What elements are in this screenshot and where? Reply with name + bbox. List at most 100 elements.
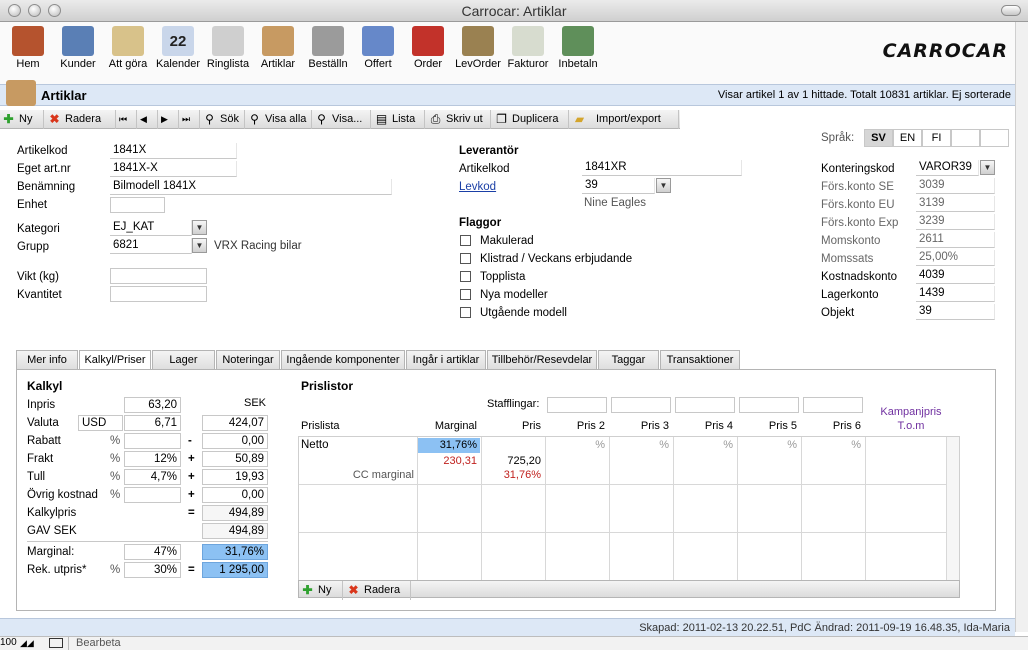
toolbar-item-4[interactable]: Ringlista: [202, 26, 254, 74]
ovrig-sek-value[interactable]: 0,00: [202, 487, 268, 503]
ovrig-input[interactable]: [124, 487, 181, 503]
new-button[interactable]: ✚ Ny: [0, 110, 44, 129]
toolbar-item-9[interactable]: LevOrder: [452, 26, 504, 74]
prislista-netto[interactable]: Netto: [301, 439, 329, 451]
artikelkod-field[interactable]: 1841X: [110, 143, 237, 159]
tab-transaktioner[interactable]: Transaktioner: [660, 350, 740, 369]
rabatt-sek-value[interactable]: 0,00: [202, 433, 268, 449]
prev-record-button[interactable]: ◀: [138, 110, 158, 129]
prislista-new-button[interactable]: ✚ Ny: [299, 581, 343, 600]
netto-marginal[interactable]: 31,76%: [418, 438, 480, 453]
toolbar-item-11[interactable]: Inbetaln: [552, 26, 604, 74]
rek-pct-input[interactable]: 30%: [124, 562, 181, 578]
netto-pris[interactable]: 725,20: [482, 455, 544, 467]
flag-checkbox[interactable]: [460, 271, 471, 282]
staffling-field[interactable]: [675, 397, 735, 413]
marginal-input[interactable]: 47%: [124, 544, 181, 560]
flag-checkbox[interactable]: [460, 307, 471, 318]
rek-utpris-value[interactable]: 1 295,00: [202, 562, 268, 578]
vertical-scrollbar[interactable]: [1015, 22, 1028, 632]
konteringskod-field[interactable]: VAROR39: [916, 160, 979, 176]
language-option[interactable]: SV: [864, 129, 893, 147]
search-button[interactable]: ⚲ Sök: [201, 110, 245, 129]
objekt-field[interactable]: 39: [916, 304, 995, 320]
tab-ingår-i-artiklar[interactable]: Ingår i artiklar: [406, 350, 486, 369]
last-record-button[interactable]: ⏭: [180, 110, 200, 129]
show-button[interactable]: ⚲ Visa...: [313, 110, 371, 129]
window-mode-icon[interactable]: [49, 638, 63, 648]
flag-checkbox[interactable]: [460, 253, 471, 264]
grupp-label: Grupp: [17, 241, 49, 253]
inpris-input[interactable]: 63,20: [124, 397, 181, 413]
toolbar-item-1[interactable]: Kunder: [52, 26, 104, 74]
tab-lager[interactable]: Lager: [152, 350, 215, 369]
supplier-artikelkod-field[interactable]: 1841XR: [582, 160, 742, 176]
tab-ingående-komponenter[interactable]: Ingående komponenter: [281, 350, 405, 369]
zoom-level[interactable]: 100: [0, 637, 17, 648]
lager-field[interactable]: 1439: [916, 286, 995, 302]
vikt-field[interactable]: [110, 268, 207, 284]
tull-input[interactable]: 4,7%: [124, 469, 181, 485]
flag-checkbox[interactable]: [460, 235, 471, 246]
list-icon: ▤: [375, 111, 388, 126]
staffling-field[interactable]: [611, 397, 671, 413]
flag-checkbox[interactable]: [460, 289, 471, 300]
language-option[interactable]: [951, 129, 980, 147]
toolbar-item-7[interactable]: Offert: [352, 26, 404, 74]
list-button[interactable]: ▤ Lista: [373, 110, 425, 129]
zoom-controls-icon[interactable]: ◢◢: [20, 638, 34, 649]
frakt-input[interactable]: 12%: [124, 451, 181, 467]
levkod-field[interactable]: 39: [582, 178, 655, 194]
print-button[interactable]: ⎙ Skriv ut: [427, 110, 491, 129]
toolbar-item-2[interactable]: Att göra: [102, 26, 154, 74]
enhet-field[interactable]: [110, 197, 165, 213]
rabatt-input[interactable]: [124, 433, 181, 449]
levkod-link[interactable]: Levkod: [459, 179, 496, 195]
duplicate-button[interactable]: ❐ Duplicera: [493, 110, 569, 129]
frakt-sek-value[interactable]: 50,89: [202, 451, 268, 467]
valuta-input[interactable]: 6,71: [124, 415, 181, 431]
toolbar-item-6[interactable]: Beställn: [302, 26, 354, 74]
staffling-field[interactable]: [739, 397, 799, 413]
next-record-button[interactable]: ▶: [159, 110, 179, 129]
kvantitet-field[interactable]: [110, 286, 207, 302]
tab-tillbehör-resevdelar[interactable]: Tillbehör/Resevdelar: [487, 350, 597, 369]
staffling-field[interactable]: [547, 397, 607, 413]
toolbar-item-3[interactable]: 22 Kalender: [152, 26, 204, 74]
toolbar-item-label: LevOrder: [455, 58, 501, 70]
staffling-field[interactable]: [803, 397, 863, 413]
toolbar-item-0[interactable]: Hem: [2, 26, 54, 74]
toolbar-item-10[interactable]: Fakturor: [502, 26, 554, 74]
tull-sek-value[interactable]: 19,93: [202, 469, 268, 485]
grupp-field[interactable]: 6821: [110, 238, 192, 254]
language-option[interactable]: FI: [922, 129, 951, 147]
prislistor-scrollbar[interactable]: [946, 437, 959, 580]
toolbar-toggle-button[interactable]: [1001, 5, 1021, 16]
marginal-result[interactable]: 31,76%: [202, 544, 268, 560]
toolbar-item-8[interactable]: Order: [402, 26, 454, 74]
prislista-delete-button[interactable]: ✖ Radera: [345, 581, 411, 600]
valuta-code-field[interactable]: USD: [78, 415, 123, 431]
kategori-field[interactable]: EJ_KAT: [110, 220, 192, 236]
konteringskod-dropdown-button[interactable]: ▼: [980, 160, 995, 175]
tab-noteringar[interactable]: Noteringar: [216, 350, 280, 369]
delete-button[interactable]: ✖ Radera: [46, 110, 116, 129]
language-option[interactable]: EN: [893, 129, 922, 147]
tab-mer-info[interactable]: Mer info: [16, 350, 78, 369]
import-export-button[interactable]: ▰ Import/export: [571, 110, 679, 129]
valuta-sek-value[interactable]: 424,07: [202, 415, 268, 431]
kostnad-field[interactable]: 4039: [916, 268, 995, 284]
eget-artnr-field[interactable]: 1841X-X: [110, 161, 237, 177]
benamning-field[interactable]: Bilmodell 1841X: [110, 179, 392, 195]
first-record-button[interactable]: ⏮: [117, 110, 137, 129]
kategori-dropdown-button[interactable]: ▼: [192, 220, 207, 235]
levkod-dropdown-button[interactable]: ▼: [656, 178, 671, 193]
inpris-label: Inpris: [27, 399, 56, 411]
language-option[interactable]: [980, 129, 1009, 147]
tab-taggar[interactable]: Taggar: [598, 350, 659, 369]
tab-kalkyl-priser[interactable]: Kalkyl/Priser: [79, 350, 151, 370]
toolbar-item-5[interactable]: Artiklar: [252, 26, 304, 74]
grupp-dropdown-button[interactable]: ▼: [192, 238, 207, 253]
enhet-label: Enhet: [17, 199, 48, 211]
show-all-button[interactable]: ⚲ Visa alla: [246, 110, 312, 129]
